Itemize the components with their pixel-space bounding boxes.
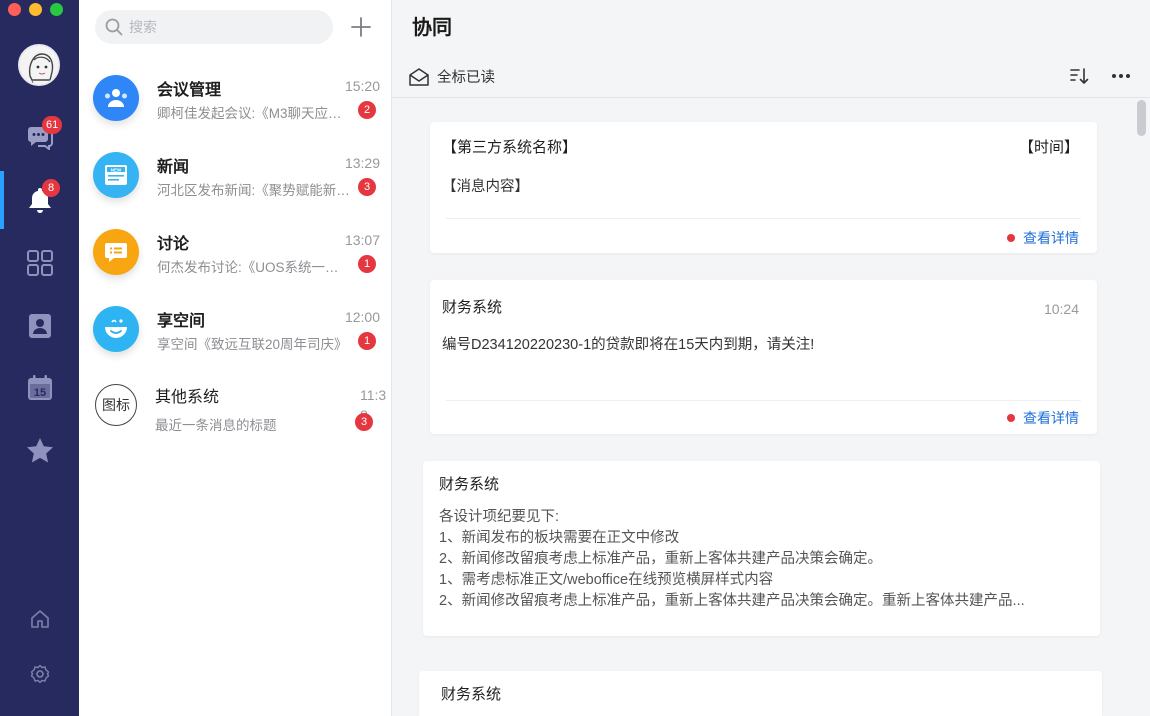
card-divider <box>446 218 1081 219</box>
window-controls <box>8 3 63 16</box>
unread-dot <box>1007 414 1015 422</box>
card-body: 各设计项纪要见下: 1、新闻发布的板块需要在正文中修改 2、新闻修改留痕考虑上标… <box>439 507 1025 612</box>
card-body-line: 2、新闻修改留痕考虑上标准产品，重新上客体共建产品决策会确定。重新上客体共建产品… <box>439 593 1025 609</box>
maximize-window-button[interactable] <box>50 3 63 16</box>
message-card[interactable]: 【第三方系统名称】 【时间】 【消息内容】 查看详情 <box>430 122 1097 253</box>
unread-count-badge: 2 <box>358 101 376 119</box>
toolbar: 全标已读 <box>392 58 1150 98</box>
conversation-time: 13:07 <box>344 232 380 248</box>
card-body-line: 1、需考虑标准正文/weboffice在线预览横屏样式内容 <box>439 572 774 588</box>
search-box[interactable] <box>95 10 333 44</box>
mark-all-read-button[interactable]: 全标已读 <box>408 66 495 87</box>
card-body: 编号D234120220230-1的贷款即将在15天内到期，请关注! <box>442 337 815 353</box>
card-body-line: 1、新闻发布的板块需要在正文中修改 <box>439 530 680 546</box>
view-detail-link[interactable]: 查看详情 <box>1007 228 1079 248</box>
apps-grid-icon <box>26 250 53 276</box>
conversation-preview: 卿柯佳发起会议:《M3聊天应用布局修改》 <box>157 106 352 121</box>
list-item[interactable]: 讨论 13:07 何杰发布讨论:《UOS系统一体化适配》 1 <box>79 214 392 291</box>
unread-dot <box>1007 234 1015 242</box>
view-detail-label: 查看详情 <box>1023 410 1079 426</box>
list-item[interactable]: 会议管理 15:20 卿柯佳发起会议:《M3聊天应用布局修改》 2 <box>79 60 392 137</box>
more-icon[interactable] <box>1110 66 1132 86</box>
unread-count-badge: 3 <box>355 413 373 431</box>
card-title: 【第三方系统名称】 <box>442 139 578 156</box>
conversation-preview: 享空间《致远互联20周年司庆》 <box>157 337 348 352</box>
close-window-button[interactable] <box>8 3 21 16</box>
list-item[interactable]: NEW 新闻 13:29 河北区发布新闻:《聚势赋能新起点》 3 <box>79 137 392 214</box>
left-rail: 61 8 15 <box>0 0 79 716</box>
news-icon: NEW <box>93 152 139 198</box>
add-icon[interactable] <box>349 15 373 39</box>
rail-favorites[interactable] <box>0 421 79 479</box>
conversation-title: 享空间 <box>157 313 206 330</box>
notification-badge: 8 <box>42 179 60 197</box>
message-card[interactable]: 财务系统 10:24 编号D234120220230-1的贷款即将在15天内到期… <box>430 280 1097 434</box>
card-body-line: 2、新闻修改留痕考虑上标准产品，重新上客体共建产品决策会确定。 <box>439 551 883 567</box>
view-detail-link[interactable]: 查看详情 <box>1007 408 1079 428</box>
sort-icon[interactable] <box>1069 66 1089 86</box>
card-divider <box>446 400 1081 401</box>
mark-all-read-label: 全标已读 <box>437 70 495 86</box>
conversation-title: 讨论 <box>157 236 190 253</box>
list-item[interactable]: 享空间 12:00 享空间《致远互联20周年司庆》 1 <box>79 291 392 368</box>
rail-home[interactable] <box>0 590 79 648</box>
card-title: 财务系统 <box>442 299 503 316</box>
svg-text:NEW: NEW <box>111 167 122 172</box>
scrollbar-thumb[interactable] <box>1137 100 1146 136</box>
card-body-line: 各设计项纪要见下: <box>439 509 560 525</box>
rail-calendar[interactable]: 15 <box>0 359 79 417</box>
placeholder-icon-label: 图标 <box>102 397 130 413</box>
search-icon <box>105 18 123 36</box>
rail-notifications[interactable]: 8 <box>0 171 79 229</box>
view-detail-label: 查看详情 <box>1023 230 1079 246</box>
conversation-preview: 河北区发布新闻:《聚势赋能新起点》 <box>157 183 352 198</box>
rail-settings[interactable] <box>0 645 79 703</box>
contacts-icon <box>28 314 51 338</box>
meeting-icon <box>93 75 139 121</box>
search-input[interactable] <box>129 19 309 35</box>
envelope-open-icon <box>409 67 429 86</box>
card-time: 【时间】 <box>1018 139 1079 156</box>
placeholder-icon: 图标 <box>95 384 137 426</box>
conversation-title: 会议管理 <box>157 82 222 99</box>
discussion-icon <box>93 229 139 275</box>
unread-count-badge: 3 <box>358 178 376 196</box>
rail-apps[interactable] <box>0 234 79 292</box>
conversation-title: 新闻 <box>157 159 190 176</box>
card-time: 10:24 <box>1043 301 1079 317</box>
conversation-preview: 最近一条消息的标题 <box>155 418 277 433</box>
message-card[interactable]: 财务系统 各设计项纪要见下: 1、新闻发布的板块需要在正文中修改 2、新闻修改留… <box>423 461 1100 636</box>
card-body: 【消息内容】 <box>442 179 529 195</box>
rail-contacts[interactable] <box>0 297 79 355</box>
calendar-icon: 15 <box>27 375 52 400</box>
main-panel: 协同 全标已读 【第三方系统名称】 【时间】 【消息内容】 查看详情 财务系统 <box>392 0 1150 716</box>
conversation-title: 其他系统 <box>155 389 220 406</box>
rail-chat[interactable]: 61 <box>0 108 79 166</box>
star-icon <box>26 437 53 462</box>
unread-count-badge: 1 <box>358 255 376 273</box>
conversation-time-line1: 11:3 <box>360 387 387 403</box>
user-avatar[interactable] <box>18 44 60 86</box>
conversation-list: 会议管理 15:20 卿柯佳发起会议:《M3聊天应用布局修改》 2 NEW 新闻… <box>79 0 392 716</box>
calendar-day-label: 15 <box>33 387 45 399</box>
page-title: 协同 <box>412 17 452 39</box>
card-title: 财务系统 <box>441 686 502 703</box>
conversation-time: 15:20 <box>344 78 380 94</box>
unread-count-badge: 1 <box>358 332 376 350</box>
share-space-icon <box>93 306 139 352</box>
list-item[interactable]: 图标 其他系统 11:3 8 最近一条消息的标题 3 <box>79 368 392 445</box>
minimize-window-button[interactable] <box>29 3 42 16</box>
chat-unread-badge: 61 <box>42 116 63 134</box>
message-card[interactable]: 财务系统 <box>419 671 1102 716</box>
home-icon <box>30 610 49 628</box>
conversation-time: 12:00 <box>344 309 380 325</box>
conversation-time: 13:29 <box>344 155 380 171</box>
conversation-preview: 何杰发布讨论:《UOS系统一体化适配》 <box>157 260 352 275</box>
card-title: 财务系统 <box>439 476 500 493</box>
settings-icon <box>30 664 49 684</box>
